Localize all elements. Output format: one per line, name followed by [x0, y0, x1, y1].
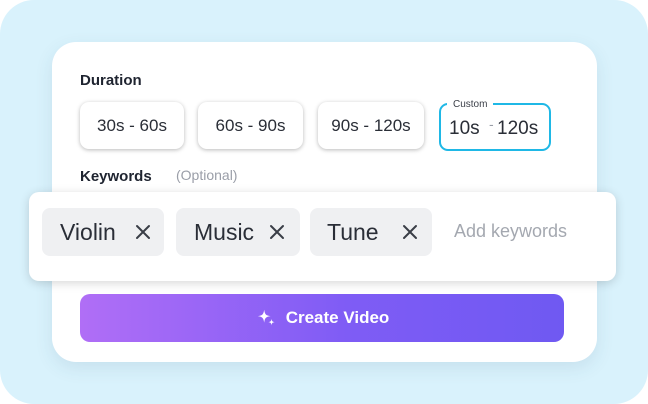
- create-video-button[interactable]: Create Video: [80, 294, 564, 342]
- custom-range-from[interactable]: 10s: [449, 118, 480, 140]
- duration-option-90-120[interactable]: 90s - 120s: [318, 102, 424, 149]
- close-icon[interactable]: [402, 224, 418, 240]
- keywords-label: Keywords: [80, 168, 152, 185]
- create-video-button-label: Create Video: [285, 308, 390, 327]
- duration-label: Duration: [80, 72, 142, 89]
- keyword-tag-label: Music: [194, 219, 255, 245]
- keyword-tag-label: Violin: [60, 219, 116, 245]
- close-icon[interactable]: [269, 224, 285, 240]
- duration-option-60-90[interactable]: 60s - 90s: [198, 102, 303, 149]
- custom-range-label: Custom: [447, 98, 494, 112]
- custom-range-separator: -: [489, 116, 494, 132]
- custom-range-to[interactable]: 120s: [497, 118, 538, 140]
- duration-option-30-60[interactable]: 30s - 60s: [80, 102, 184, 149]
- add-keywords-input[interactable]: [452, 214, 602, 248]
- close-icon[interactable]: [135, 224, 151, 240]
- sparkle-icon: [257, 309, 275, 326]
- keywords-optional-hint: (Optional): [176, 167, 238, 183]
- keyword-tag-label: Tune: [327, 219, 379, 245]
